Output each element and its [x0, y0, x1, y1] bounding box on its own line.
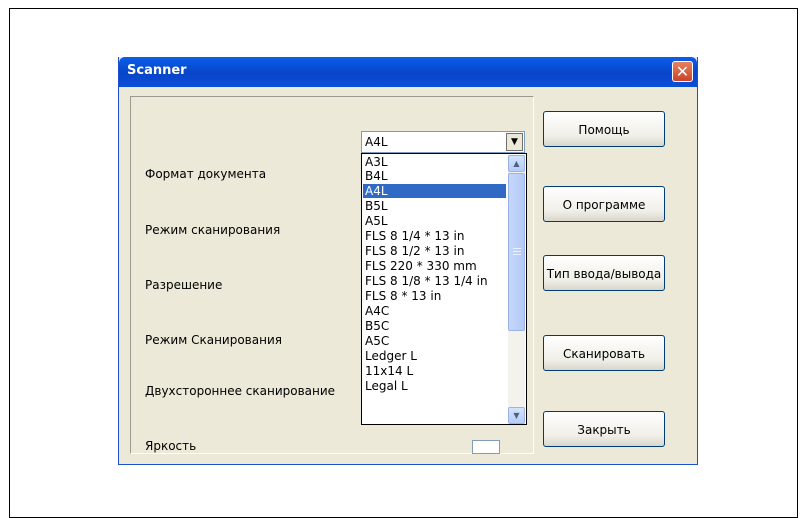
close-button[interactable]: Закрыть [543, 411, 665, 447]
brightness-control[interactable] [472, 440, 500, 454]
dropdown-option-11x14-l[interactable]: 11x14 L [363, 364, 506, 378]
about-button[interactable]: О программе [543, 186, 665, 222]
close-icon: ✕ [675, 62, 690, 81]
document-format-dropdown-list: A3L B4L A4L B5L A5L FLS 8 1/4 * 13 in FL… [361, 153, 527, 425]
dropdown-option-a3l[interactable]: A3L [363, 155, 506, 169]
dropdown-option-fls-8[interactable]: FLS 8 * 13 in [363, 289, 506, 303]
dropdown-scrollbar[interactable]: ▲ ▼ [508, 155, 525, 424]
dropdown-option-a4c[interactable]: A4C [363, 304, 506, 318]
title-bar[interactable]: Scanner ✕ [119, 57, 697, 87]
dropdown-option-a5l[interactable]: A5L [363, 214, 506, 228]
window-title: Scanner [127, 63, 187, 78]
document-format-value: A4L [365, 135, 388, 149]
label-document-format: Формат документа [145, 167, 267, 181]
dropdown-option-fls-8-1-2[interactable]: FLS 8 1/2 * 13 in [363, 244, 506, 258]
label-duplex-scan: Двухстороннее сканирование [145, 384, 336, 398]
label-scan-mode-2: Режим Сканирования [145, 333, 282, 347]
scroll-up-icon[interactable]: ▲ [508, 155, 525, 172]
scrollbar-thumb[interactable] [508, 173, 525, 331]
scan-button[interactable]: Сканировать [543, 335, 665, 371]
dropdown-option-fls-8-1-4[interactable]: FLS 8 1/4 * 13 in [363, 229, 506, 243]
label-resolution: Разрешение [145, 278, 223, 292]
dropdown-option-b5c[interactable]: B5C [363, 319, 506, 333]
dropdown-option-fls-8-1-8[interactable]: FLS 8 1/8 * 13 1/4 in [363, 274, 506, 288]
scanner-dialog: Scanner ✕ Формат документа Режим сканиро… [118, 57, 698, 465]
dropdown-option-legal-l[interactable]: Legal L [363, 379, 506, 393]
dropdown-option-ledger-l[interactable]: Ledger L [363, 349, 506, 363]
dropdown-option-a4l[interactable]: A4L [363, 184, 506, 198]
dropdown-option-a5c[interactable]: A5C [363, 334, 506, 348]
dropdown-option-fls-220[interactable]: FLS 220 * 330 mm [363, 259, 506, 273]
close-window-button[interactable]: ✕ [672, 61, 693, 82]
help-button[interactable]: Помощь [543, 111, 665, 147]
label-scan-mode: Режим сканирования [145, 223, 281, 237]
label-brightness: Яркость [145, 439, 197, 453]
dropdown-option-b5l[interactable]: B5L [363, 199, 506, 213]
thumb-grip [513, 248, 521, 249]
scroll-down-icon[interactable]: ▼ [508, 407, 525, 424]
document-format-select[interactable]: A4L ▼ [361, 131, 525, 153]
thumb-grip [513, 251, 521, 252]
dropdown-option-b4l[interactable]: B4L [363, 169, 506, 183]
io-type-button[interactable]: Тип ввода/вывода [543, 255, 665, 291]
dropdown-arrow-icon[interactable]: ▼ [506, 133, 523, 151]
thumb-grip [513, 254, 521, 255]
